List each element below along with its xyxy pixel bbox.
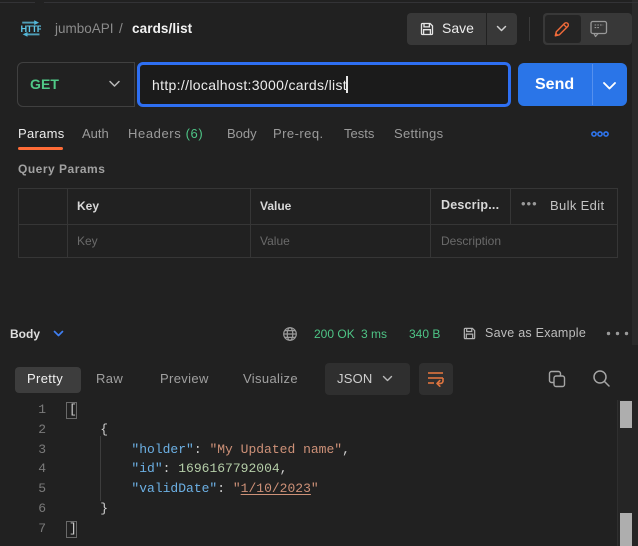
svg-text:HTTP: HTTP — [21, 24, 41, 34]
